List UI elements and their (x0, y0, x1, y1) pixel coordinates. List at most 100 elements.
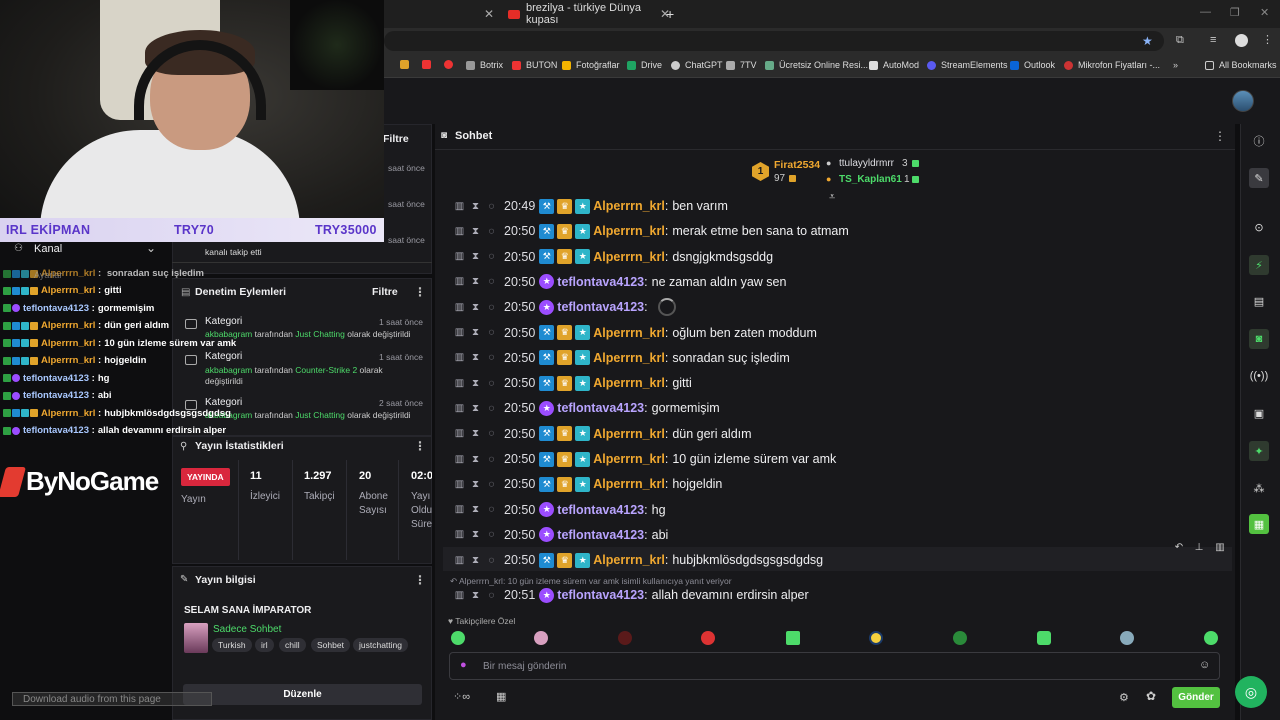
delete-icon[interactable]: ▥ (1213, 542, 1227, 556)
maximize-icon[interactable]: ❐ (1230, 6, 1240, 19)
chat-username[interactable]: Alperrrn_krl (593, 477, 665, 491)
settings-icon[interactable]: ⚙ (1119, 691, 1129, 704)
delete-icon[interactable]: ▥ (453, 201, 466, 212)
shield-icon[interactable]: ◌ (485, 529, 498, 540)
timeout-icon[interactable]: ⧗ (469, 590, 482, 601)
tag[interactable]: justchatting (353, 638, 408, 652)
bookmark-streamelements[interactable]: StreamElements (927, 60, 1008, 70)
bookmark-icon-3[interactable] (444, 60, 458, 69)
category-link[interactable]: Sadece Sohbet (213, 624, 281, 635)
delete-icon[interactable]: ▥ (453, 504, 466, 515)
timeout-icon[interactable]: ⧗ (469, 504, 482, 515)
timeout-icon[interactable]: ⧗ (469, 201, 482, 212)
emote-icon[interactable] (953, 631, 967, 645)
delete-icon[interactable]: ▥ (453, 378, 466, 389)
chat-username[interactable]: teflontava4123 (557, 528, 644, 542)
kebab-menu-icon[interactable]: ⋮ (414, 573, 426, 587)
delete-icon[interactable]: ▥ (453, 479, 466, 490)
kebab-menu-icon[interactable]: ⋮ (414, 285, 426, 299)
shield-icon[interactable]: ◌ (485, 454, 498, 465)
shield-icon[interactable]: ◌ (485, 327, 498, 338)
delete-icon[interactable]: ▥ (453, 226, 466, 237)
kanal-header[interactable]: ⚇ Kanal ⌄ (0, 240, 172, 260)
microphone-icon[interactable]: ● (460, 659, 467, 671)
chat-username[interactable]: teflontava4123 (557, 401, 644, 415)
delete-icon[interactable]: ▥ (453, 428, 466, 439)
emote-icon[interactable] (701, 631, 715, 645)
shield-icon[interactable]: ◌ (485, 251, 498, 262)
emoji-icon[interactable]: ☺ (1199, 659, 1210, 671)
delete-icon[interactable]: ▥ (453, 327, 466, 338)
reply-icon[interactable]: ↶ (1170, 542, 1188, 556)
shield-icon[interactable]: ◌ (485, 302, 498, 313)
emote-icon[interactable] (534, 631, 548, 645)
delete-icon[interactable]: ▥ (453, 302, 466, 313)
timeout-icon[interactable]: ⧗ (469, 454, 482, 465)
tag[interactable]: chill (279, 638, 306, 652)
bookmark-icon-1[interactable] (400, 60, 414, 69)
delete-icon[interactable]: ▥ (453, 403, 466, 414)
delete-icon[interactable]: ▥ (453, 529, 466, 540)
chat-username[interactable]: Alperrrn_krl (593, 376, 665, 390)
more-bookmarks-icon[interactable]: » (1173, 60, 1178, 70)
delete-icon[interactable]: ▥ (453, 276, 466, 287)
bookmark-resim[interactable]: Ücretsiz Online Resi... (765, 60, 868, 70)
emote-picker-icon[interactable]: ✿ (1146, 689, 1156, 703)
wrench-icon[interactable]: ✦ (1249, 441, 1269, 461)
menu-icon[interactable]: ⋮ (1262, 33, 1273, 46)
delete-icon[interactable]: ▥ (453, 454, 466, 465)
expand-icon[interactable]: ⩡ (829, 191, 835, 204)
shield-icon[interactable]: ◌ (485, 403, 498, 414)
timeout-icon[interactable]: ⧗ (469, 428, 482, 439)
shield-icon[interactable]: ◌ (485, 479, 498, 490)
timeout-icon[interactable]: ⧗ (469, 555, 482, 566)
kebab-menu-icon[interactable]: ⋮ (1214, 129, 1226, 143)
shield-icon[interactable]: ◌ (485, 504, 498, 515)
kebab-menu-icon[interactable]: ⋮ (414, 439, 426, 453)
third-user[interactable]: TS_Kaplan61 (839, 174, 902, 185)
shield-icon[interactable]: ◌ (485, 276, 498, 287)
emote-icon[interactable] (451, 631, 465, 645)
emote-icon[interactable] (786, 631, 800, 645)
timeout-icon[interactable]: ⧗ (469, 378, 482, 389)
send-button[interactable]: Gönder (1172, 687, 1220, 708)
delete-icon[interactable]: ▥ (453, 555, 466, 566)
top-user[interactable]: Firat2534 (774, 159, 820, 171)
shield-icon[interactable]: ◌ (485, 590, 498, 601)
close-tab-icon[interactable]: ✕ (484, 7, 494, 21)
emote-icon[interactable] (1204, 631, 1218, 645)
chat-username[interactable]: teflontava4123 (557, 275, 644, 289)
ayarlar-label[interactable]: Ayarlar (34, 270, 62, 280)
tools-icon[interactable]: ⁘∞ (453, 690, 470, 703)
address-field[interactable] (384, 31, 1164, 51)
chat-username[interactable]: Alperrrn_krl (593, 199, 665, 213)
bookmark-automod[interactable]: AutoMod (869, 60, 919, 70)
minimize-icon[interactable]: — (1200, 6, 1211, 18)
bookmark-icon-2[interactable] (422, 60, 436, 69)
close-window-icon[interactable]: ✕ (1260, 6, 1269, 19)
user-avatar[interactable] (1232, 90, 1254, 112)
bookmark-7tv[interactable]: 7TV (726, 60, 757, 70)
bookmark-mikrofon[interactable]: Mikrofon Fiyatları -... (1064, 60, 1160, 70)
lightning-icon[interactable]: ⚡ (1249, 255, 1269, 275)
bookmark-fotograflar[interactable]: Fotoğraflar (562, 60, 620, 70)
delete-icon[interactable]: ▥ (453, 352, 466, 363)
bookmark-star-icon[interactable]: ★ (1142, 34, 1153, 48)
profile-icon[interactable] (1235, 34, 1248, 47)
shield-icon[interactable]: ◌ (485, 555, 498, 566)
all-bookmarks[interactable]: All Bookmarks (1205, 60, 1277, 70)
chat-input[interactable]: ● Bir mesaj gönderin ☺ (449, 652, 1220, 680)
connections-icon[interactable]: ⁂ (1249, 478, 1269, 498)
app-icon[interactable]: ▦ (1249, 514, 1269, 534)
chat-username[interactable]: Alperrrn_krl (593, 351, 665, 365)
info-icon[interactable]: ⓘ (1249, 131, 1269, 151)
delete-icon[interactable]: ▥ (453, 590, 466, 601)
chat-username[interactable]: Alperrrn_krl (593, 427, 665, 441)
timeout-icon[interactable]: ⧗ (469, 529, 482, 540)
chat-username[interactable]: Alperrrn_krl (593, 452, 665, 466)
shield-icon[interactable]: ◌ (485, 378, 498, 389)
pencil-icon[interactable]: ✎ (1249, 168, 1269, 188)
shield-icon[interactable]: ◌ (485, 201, 498, 212)
chat-username[interactable]: teflontava4123 (557, 300, 644, 314)
broadcast-icon[interactable]: ((•)) (1249, 366, 1269, 386)
